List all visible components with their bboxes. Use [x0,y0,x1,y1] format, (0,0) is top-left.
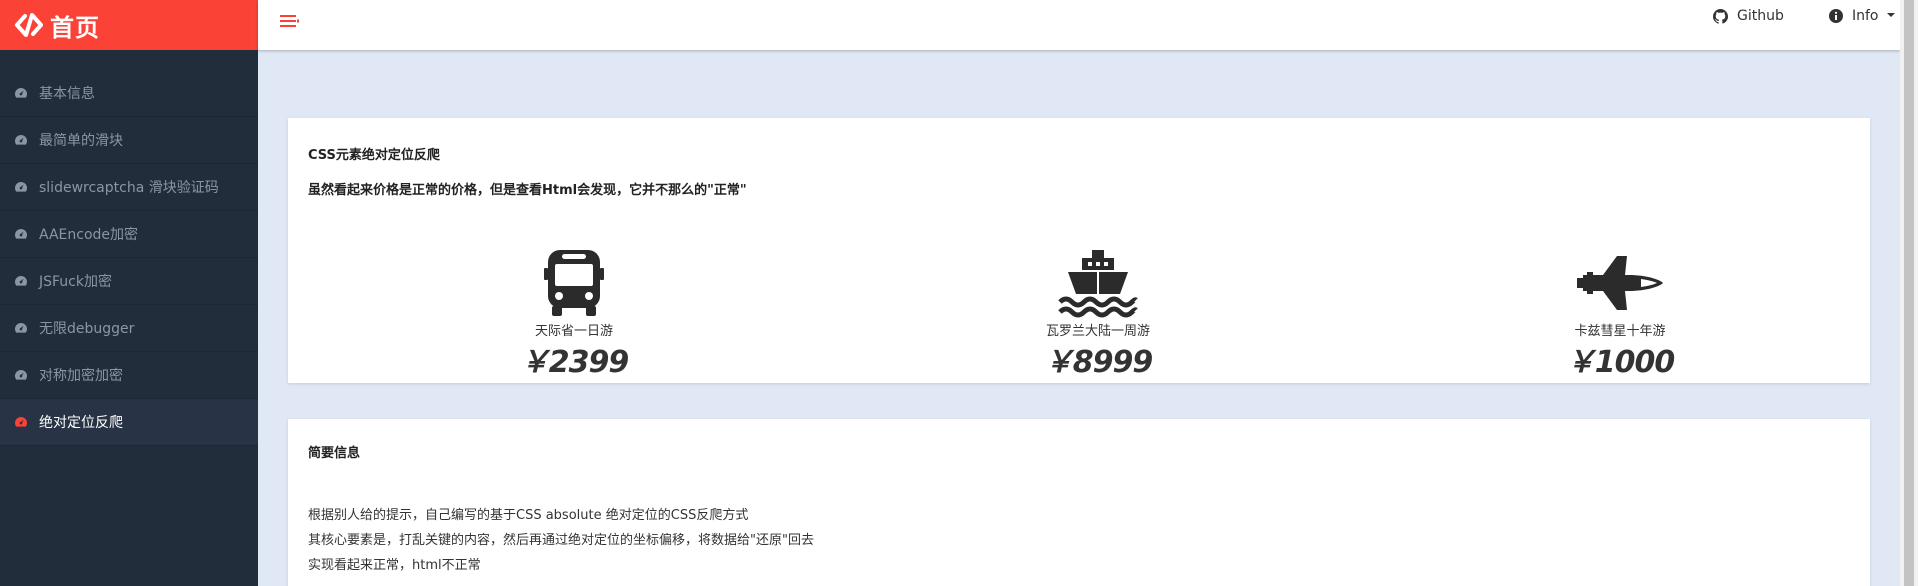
page-scrollbar[interactable] [1900,0,1918,586]
tour-item: 天际省一日游 ￥2399 [484,248,664,381]
sidebar-menu: 基本信息 最简单的滑块 slidewrcaptcha 滑块验证码 AAEncod… [0,70,258,446]
sidebar-item-simple-slider[interactable]: 最简单的滑块 [0,117,258,164]
sidebar-item-symmetric-encryption[interactable]: 对称加密加密 [0,352,258,399]
dashboard-icon [15,323,27,333]
scrollbar-thumb[interactable] [1904,0,1914,586]
sidebar-item-label: slidewrcaptcha 滑块验证码 [39,180,219,196]
dashboard-icon [15,88,27,98]
summary-line: 实现看起来正常，html不正常 [308,558,481,573]
caret-down-icon [1886,13,1895,17]
top-header: Github Info [258,0,1900,50]
sidebar-item-label: JSFuck加密 [39,274,112,290]
sidebar-item-basic-info[interactable]: 基本信息 [0,70,258,117]
sidebar-item-aaencode[interactable]: AAEncode加密 [0,211,258,258]
code-logo-icon [15,13,43,37]
brand-bar[interactable]: 首页 [0,0,258,50]
summary-line: 根据别人给的提示，自己编写的基于CSS absolute 绝对定位的CSS反爬方… [308,508,749,523]
dashboard-icon [15,135,27,145]
tour-item: 瓦罗兰大陆一周游 ￥8999 [1008,248,1188,381]
summary-card: 简要信息 根据别人给的提示，自己编写的基于CSS absolute 绝对定位的C… [288,419,1870,586]
tour-price: ￥2399 [519,345,630,380]
card-subtitle: 虽然看起来价格是正常的价格，但是查看Html会发现，它并不那么的"正常" [308,183,747,198]
absolute-position-card: CSS元素绝对定位反爬 虽然看起来价格是正常的价格，但是查看Html会发现，它并… [288,118,1870,383]
sidebar-item-label: 绝对定位反爬 [39,415,123,431]
github-label: Github [1737,8,1784,24]
tour-price: ￥1000 [1565,345,1676,380]
info-dropdown[interactable]: Info [1829,8,1895,24]
sidebar-item-label: 无限debugger [39,321,135,337]
ship-icon [1058,250,1138,318]
card-title: 简要信息 [308,446,361,461]
dashboard-icon [15,182,27,192]
sidebar-item-jsfuck[interactable]: JSFuck加密 [0,258,258,305]
brand-title: 首页 [50,13,100,42]
info-label: Info [1852,8,1879,24]
space-shuttle-icon [1577,256,1663,310]
dashboard-icon [15,417,27,427]
card-title: CSS元素绝对定位反爬 [308,148,440,163]
dashboard-icon [15,229,27,239]
sidebar: 首页 基本信息 最简单的滑块 slidewrcaptcha 滑块验证码 AAEn… [0,0,258,586]
sidebar-item-absolute-position[interactable]: 绝对定位反爬 [0,399,258,446]
dashboard-icon [15,370,27,380]
sidebar-item-label: 对称加密加密 [39,368,123,384]
info-icon [1829,9,1843,23]
github-icon [1713,8,1728,24]
dashboard-icon [15,276,27,286]
tour-price: ￥8999 [1043,345,1154,380]
sidebar-item-label: AAEncode加密 [39,227,139,243]
bus-icon [544,250,604,316]
sidebar-item-slidewrcaptcha[interactable]: slidewrcaptcha 滑块验证码 [0,164,258,211]
sidebar-item-label: 基本信息 [39,86,95,102]
tour-item: 卡兹彗星十年游 ￥1000 [1530,248,1710,381]
github-link[interactable]: Github [1713,8,1784,24]
sidebar-item-infinite-debugger[interactable]: 无限debugger [0,305,258,352]
sidebar-item-label: 最简单的滑块 [39,133,123,149]
summary-line: 其核心要素是，打乱关键的内容，然后再通过绝对定位的坐标偏移，将数据给"还原"回去 [308,533,814,548]
menu-toggle-icon[interactable] [280,14,300,28]
